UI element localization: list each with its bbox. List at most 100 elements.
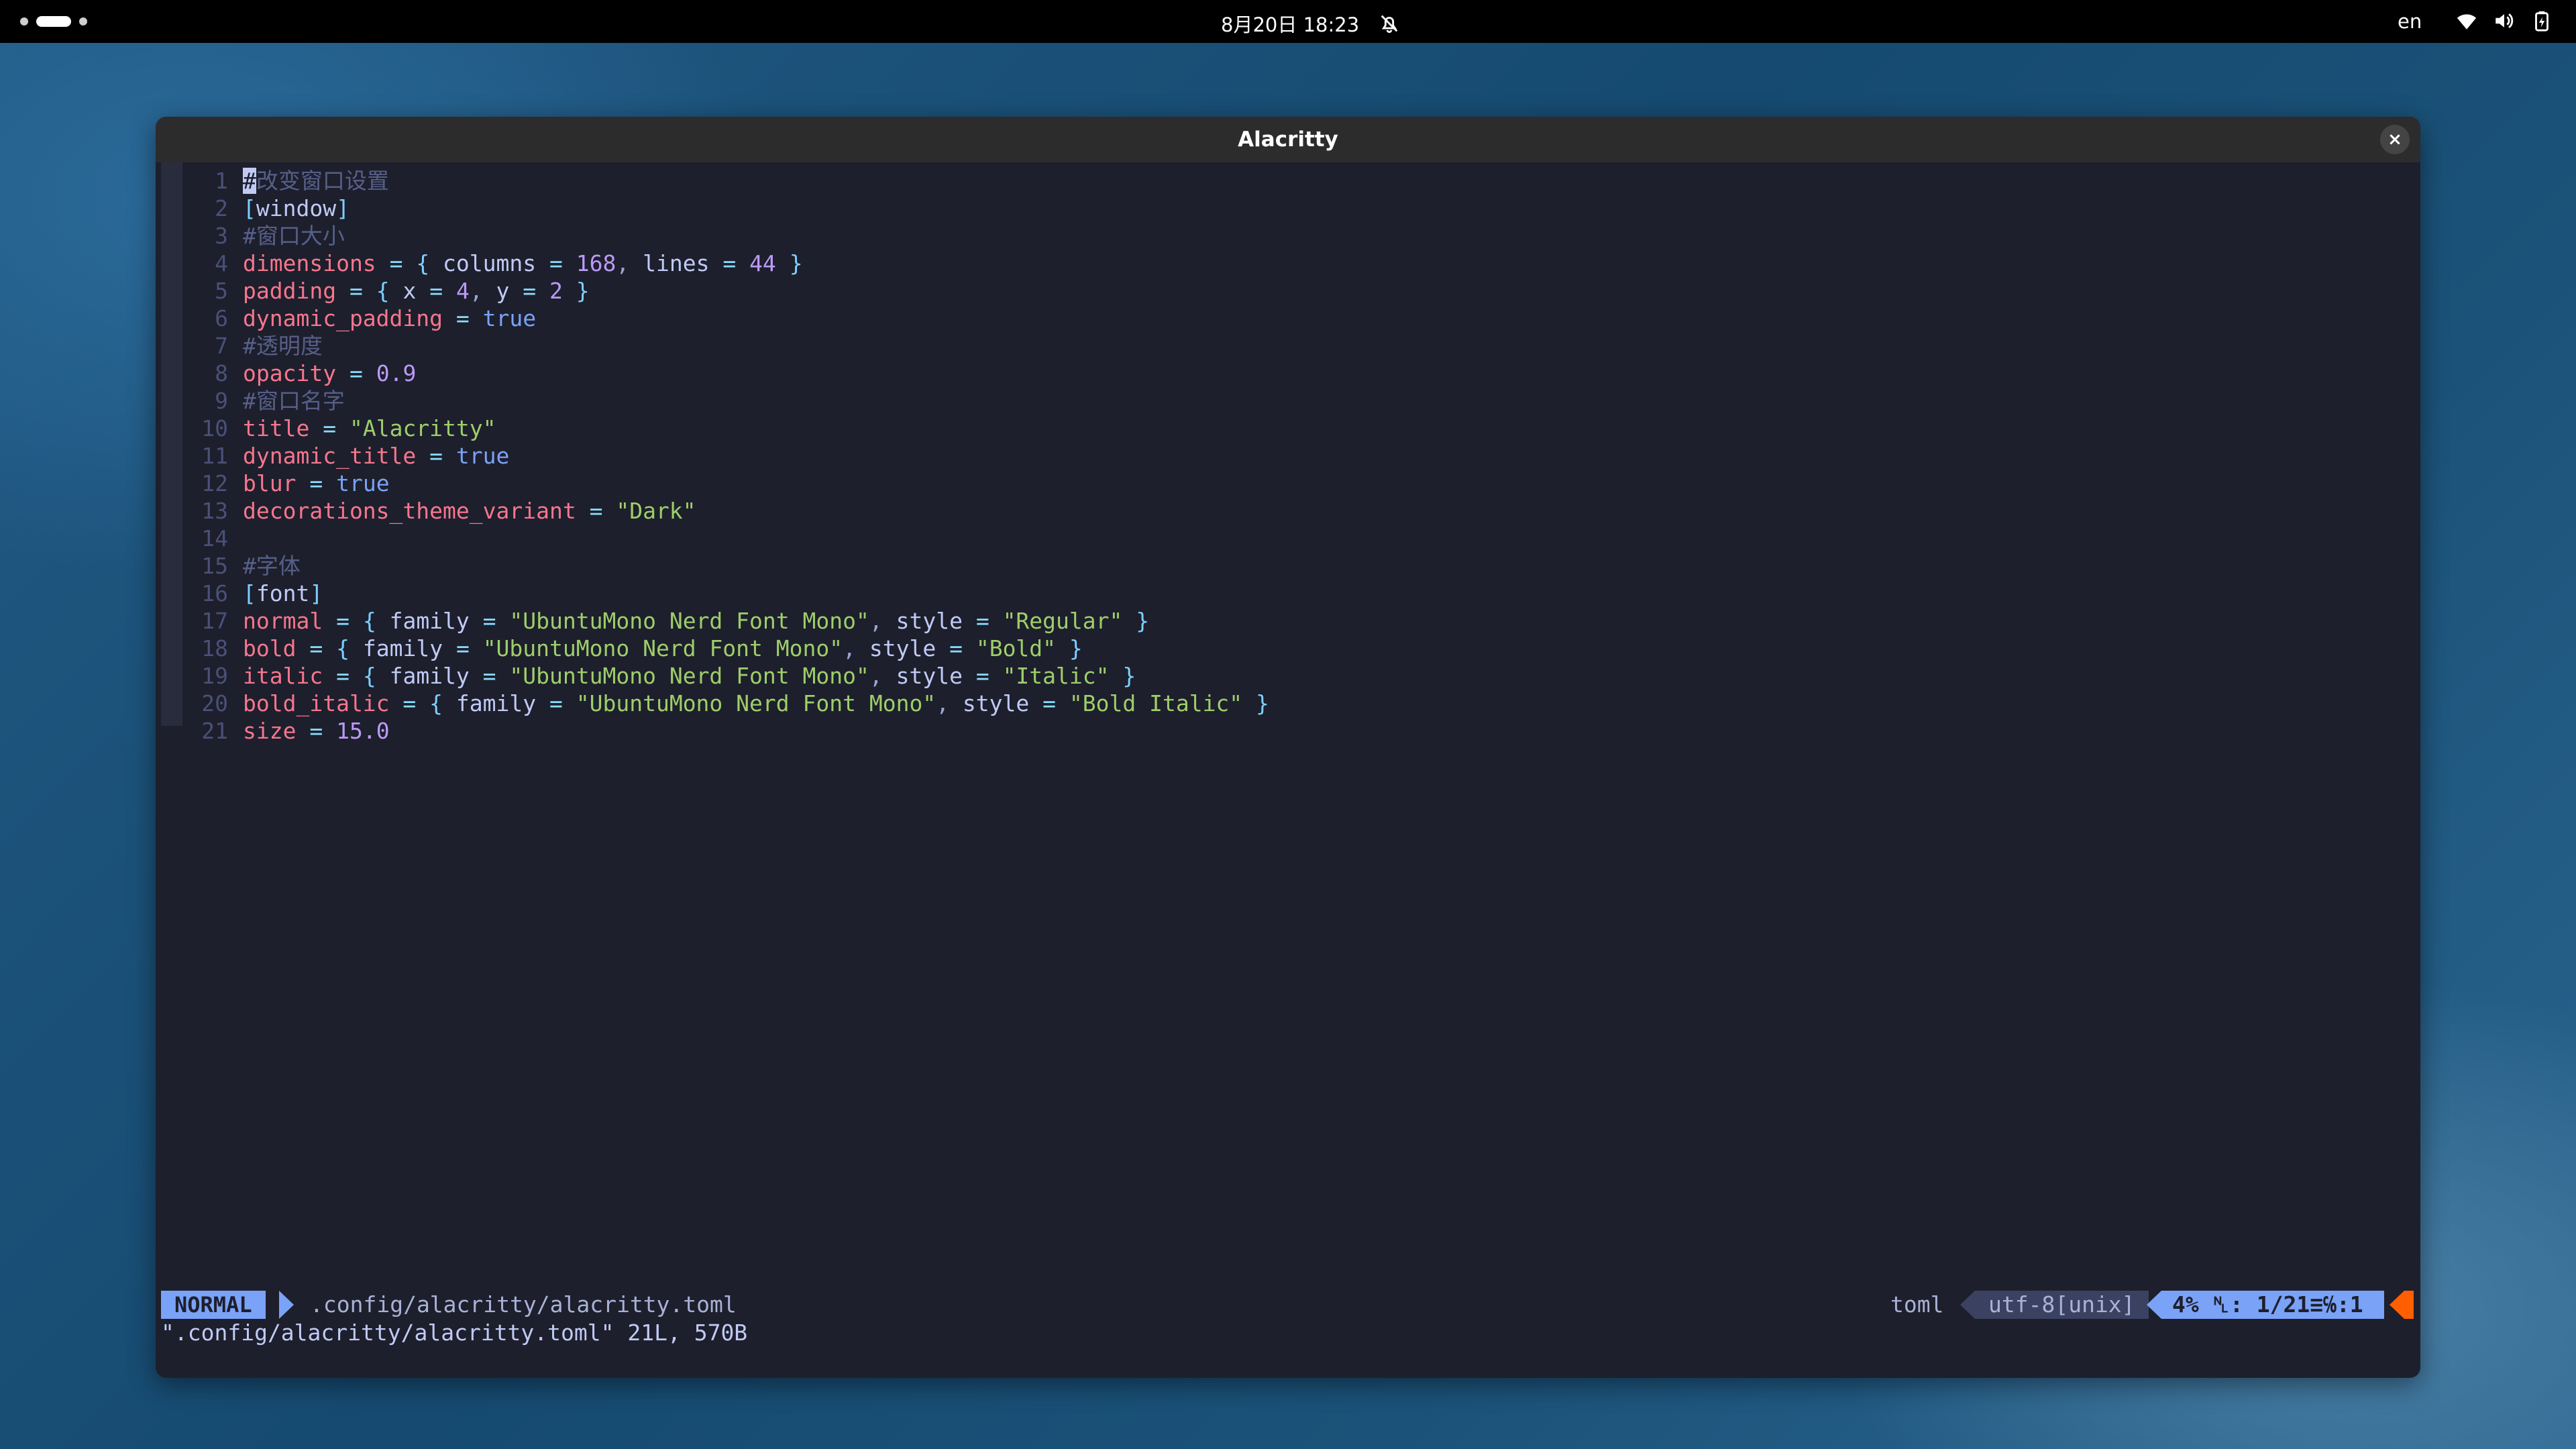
line-number: 16 [201,580,228,606]
code-token: = [389,250,403,276]
code-line[interactable]: 2 [window] [156,195,1269,222]
code-token: style [949,690,1043,716]
statusline-filetype: toml [1890,1291,1944,1318]
code-token: blur [243,470,297,496]
code-token: 4 [455,278,470,304]
clock-label: 8月20日 18:23 [1221,13,1360,36]
code-token: 44 [749,250,776,276]
code-line[interactable]: 20 bold_italic = { family = "UbuntuMono N… [156,690,1269,717]
code-line[interactable]: 15 #字体 [156,552,1269,580]
code-line[interactable]: 17 normal = { family = "UbuntuMono Nerd F… [156,607,1269,635]
code-token: = [975,663,989,689]
code-token: font [256,580,310,606]
mode-indicator: NORMAL [161,1291,266,1319]
code-token: true [482,305,537,331]
code-token: 改变窗口设置 [256,168,389,194]
code-line[interactable]: 6 dynamic_padding = true [156,305,1269,332]
workspace-indicator[interactable] [20,16,87,27]
code-token: columns [429,250,549,276]
code-token: true [455,443,510,469]
code-token: { [376,278,390,304]
code-line[interactable]: 14 [156,525,1269,552]
code-line[interactable]: 4 dimensions = { columns = 168, lines = 4… [156,250,1269,277]
line-number: 7 [215,333,228,359]
editor-buffer[interactable]: 1 #改变窗口设置 2 [window] 3 #窗口大小 4 dimensions = { c… [156,167,1269,745]
code-line[interactable]: 9 #窗口名字 [156,387,1269,415]
mode-separator [279,1291,294,1319]
code-line[interactable]: 12 blur = true [156,470,1269,497]
alacritty-window: Alacritty × 1 #改变窗口设置 2 [window] 3 #窗口大小 4 dime… [156,117,2420,1378]
code-line[interactable]: 5 padding = { x = 4, y = 2 } [156,277,1269,305]
code-token: } [1136,608,1150,634]
workspace-dot[interactable] [20,17,28,25]
text-cursor: # [243,168,256,194]
terminal-area[interactable]: 1 #改变窗口设置 2 [window] 3 #窗口大小 4 dimensions = { c… [156,162,2420,1378]
code-token: = [402,690,417,716]
code-token: { [362,663,376,689]
code-token: style [882,663,976,689]
code-token: #窗口大小 [243,223,345,249]
line-number: 17 [201,608,228,634]
code-token: } [576,278,590,304]
line-number: 15 [201,553,228,579]
system-tray[interactable] [2455,9,2553,32]
position-separator [2147,1291,2161,1319]
code-token: [ [243,580,256,606]
code-line[interactable]: 10 title = "Alacritty" [156,415,1269,442]
code-line[interactable]: 11 dynamic_title = true [156,442,1269,470]
code-token: #窗口名字 [243,388,345,414]
line-number: 9 [215,388,228,414]
code-token: style [882,608,976,634]
code-token: = [549,690,563,716]
code-token: style [856,635,950,661]
line-number: 2 [215,195,228,221]
line-number: 5 [215,278,228,304]
code-token: } [1256,690,1269,716]
clock[interactable]: 8月20日 18:23 [1221,9,1401,38]
code-token: "Regular" [1002,608,1123,634]
window-titlebar[interactable]: Alacritty [156,117,2420,162]
code-token: italic [243,663,323,689]
close-button[interactable]: × [2380,125,2410,154]
code-line[interactable]: 7 #透明度 [156,332,1269,360]
line-number: 21 [201,718,228,744]
code-line[interactable]: 13 decorations_theme_variant = "Dark" [156,497,1269,525]
line-number: 11 [201,443,228,469]
code-token: { [416,250,430,276]
language-indicator[interactable]: en [2398,10,2422,33]
workspace-active-pill[interactable] [36,16,71,27]
code-line[interactable]: 8 opacity = 0.9 [156,360,1269,387]
code-token: y [482,278,523,304]
code-line[interactable]: 3 #窗口大小 [156,222,1269,250]
code-token: "UbuntuMono Nerd Font Mono" [509,608,869,634]
code-line[interactable]: 18 bold = { family = "UbuntuMono Nerd Fon… [156,635,1269,662]
code-line[interactable]: 21 size = 15.0 [156,717,1269,745]
code-line[interactable]: 1 #改变窗口设置 [156,167,1269,195]
workspace-dot[interactable] [79,17,87,25]
line-number: 6 [215,305,228,331]
code-line[interactable]: 19 italic = { family = "UbuntuMono Nerd F… [156,662,1269,690]
code-token: dimensions [243,250,376,276]
code-token: 15.0 [336,718,390,744]
code-token: = [429,278,443,304]
code-line[interactable]: 16 [font] [156,580,1269,607]
